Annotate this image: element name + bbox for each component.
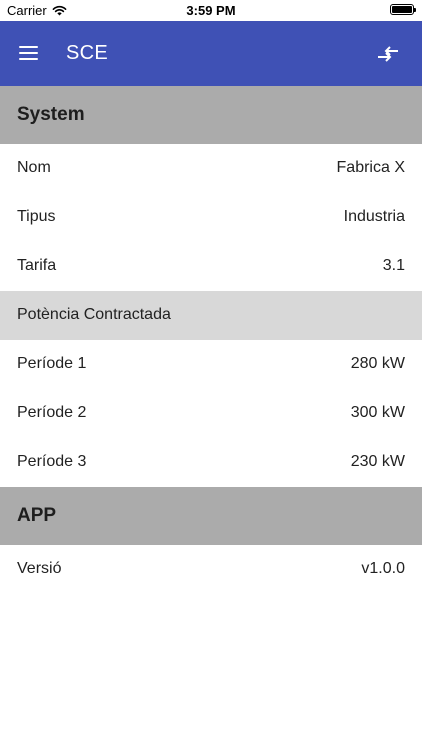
row-periode-3: Període 3 230 kW: [0, 438, 422, 487]
row-label: Període 3: [17, 453, 87, 470]
menu-icon[interactable]: [19, 46, 38, 60]
row-label: Versió: [17, 560, 62, 577]
app-title: SCE: [66, 42, 109, 64]
row-tarifa: Tarifa 3.1: [0, 242, 422, 291]
subsection-potencia-contractada: Potència Contractada: [0, 291, 422, 340]
section-title: APP: [17, 505, 57, 526]
row-value: Fabrica X: [336, 159, 405, 176]
row-value: 300 kW: [350, 404, 405, 421]
row-value: 3.1: [382, 257, 405, 274]
section-header-app: APP: [0, 487, 422, 545]
row-label: Període 2: [17, 404, 87, 421]
app-bar: SCE: [0, 21, 422, 86]
row-value: 230 kW: [350, 453, 405, 470]
row-periode-1: Període 1 280 kW: [0, 340, 422, 389]
status-bar: Carrier 3:59 PM: [0, 0, 422, 21]
row-nom: Nom Fabrica X: [0, 144, 422, 193]
row-value: Industria: [343, 208, 405, 225]
row-value: v1.0.0: [361, 560, 405, 577]
row-label: Nom: [17, 159, 51, 176]
subsection-title: Potència Contractada: [17, 306, 171, 323]
row-versio: Versió v1.0.0: [0, 545, 422, 594]
section-title: System: [17, 104, 85, 125]
row-tipus: Tipus Industria: [0, 193, 422, 242]
row-value: 280 kW: [350, 355, 405, 372]
row-label: Tipus: [17, 208, 56, 225]
row-label: Període 1: [17, 355, 87, 372]
row-periode-2: Període 2 300 kW: [0, 389, 422, 438]
row-label: Tarifa: [17, 257, 57, 274]
compare-arrows-icon[interactable]: [376, 43, 400, 65]
section-header-system: System: [0, 86, 422, 144]
status-time: 3:59 PM: [186, 3, 236, 18]
battery-icon: [390, 4, 416, 15]
